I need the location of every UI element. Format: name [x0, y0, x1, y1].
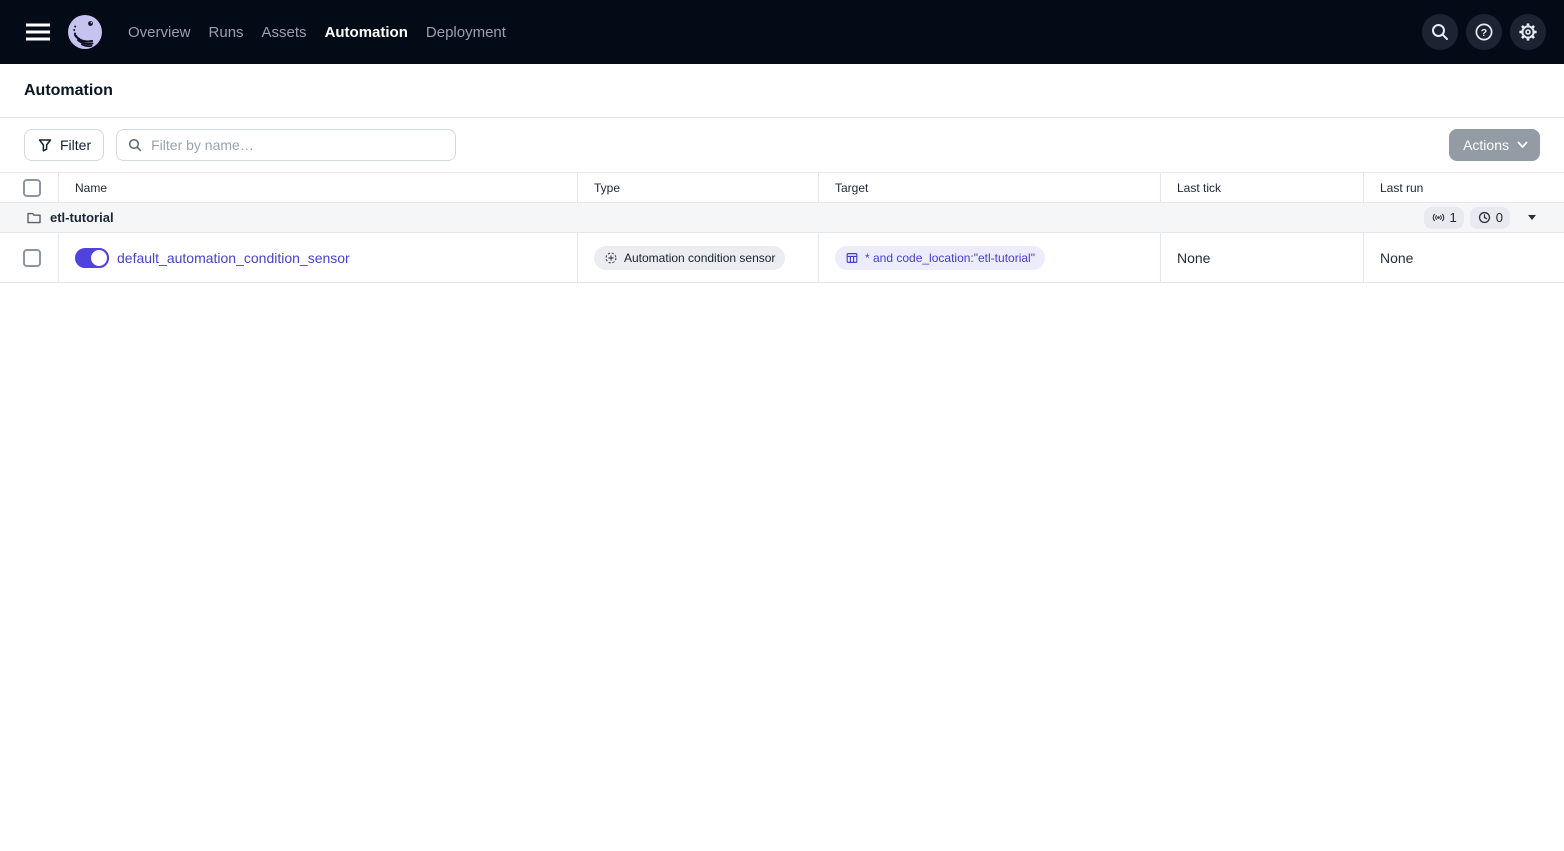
- enabled-toggle[interactable]: [75, 247, 109, 268]
- table-row: default_automation_condition_sensor Auto…: [0, 233, 1564, 283]
- column-header-name: Name: [58, 173, 577, 202]
- hamburger-icon: [26, 23, 50, 41]
- toggle-knob: [89, 247, 109, 268]
- folder-icon: [27, 212, 41, 223]
- group-counts: 1 0: [1423, 206, 1540, 229]
- target-badge-label: * and code_location:"etl-tutorial": [865, 250, 1035, 265]
- column-header-last-run: Last run: [1363, 173, 1564, 202]
- target-cell: * and code_location:"etl-tutorial": [818, 233, 1160, 282]
- filter-button[interactable]: Filter: [24, 129, 105, 161]
- help-button[interactable]: ?: [1466, 14, 1502, 50]
- code-location-group-row: etl-tutorial 1 0: [0, 203, 1564, 233]
- search-icon: [129, 138, 142, 152]
- search-button[interactable]: [1422, 14, 1458, 50]
- funnel-icon: [38, 139, 52, 152]
- topbar-actions: ?: [1422, 14, 1546, 50]
- filter-button-label: Filter: [60, 137, 92, 153]
- nav-overview[interactable]: Overview: [128, 24, 191, 41]
- type-badge: Automation condition sensor: [594, 245, 786, 270]
- sensor-count: 1: [1449, 210, 1457, 225]
- search-icon: [1432, 24, 1448, 40]
- nav-runs[interactable]: Runs: [209, 24, 244, 41]
- sensor-count-badge: 1: [1423, 206, 1464, 229]
- gear-icon: [1519, 23, 1537, 41]
- toolbar: Filter Actions: [0, 118, 1564, 172]
- last-tick-cell: None: [1160, 233, 1363, 282]
- top-nav-bar: Overview Runs Assets Automation Deployme…: [0, 0, 1564, 64]
- automation-condition-icon: [605, 252, 617, 263]
- type-cell: Automation condition sensor: [577, 233, 818, 282]
- dagster-logo[interactable]: [66, 13, 104, 51]
- menu-button[interactable]: [20, 15, 56, 49]
- clock-icon: [1478, 211, 1490, 224]
- name-filter: [116, 129, 457, 161]
- type-badge-label: Automation condition sensor: [624, 250, 776, 265]
- actions-button-label: Actions: [1463, 137, 1509, 153]
- caret-down-icon: [1528, 215, 1536, 220]
- column-header-type: Type: [577, 173, 818, 202]
- automation-table: Name Type Target Last tick Last run etl-…: [0, 172, 1564, 283]
- main-nav: Overview Runs Assets Automation Deployme…: [128, 24, 506, 41]
- help-icon: ?: [1475, 23, 1493, 41]
- row-checkbox[interactable]: [23, 248, 41, 267]
- column-header-target: Target: [818, 173, 1160, 202]
- settings-button[interactable]: [1510, 14, 1546, 50]
- dagster-octopus-icon: [68, 15, 102, 49]
- page-title: Automation: [24, 81, 113, 99]
- nav-assets[interactable]: Assets: [262, 24, 307, 41]
- select-all-checkbox[interactable]: [23, 178, 41, 197]
- nav-deployment[interactable]: Deployment: [426, 24, 506, 41]
- automation-page: Overview Runs Assets Automation Deployme…: [0, 0, 1564, 851]
- schedule-count-badge: 0: [1469, 206, 1510, 229]
- group-name: etl-tutorial: [50, 210, 114, 225]
- sensor-name-link[interactable]: default_automation_condition_sensor: [117, 250, 350, 266]
- group-collapse-button[interactable]: [1524, 211, 1540, 224]
- column-header-last-tick: Last tick: [1160, 173, 1363, 202]
- svg-text:?: ?: [1481, 27, 1487, 39]
- nav-automation[interactable]: Automation: [325, 24, 408, 41]
- asset-table-icon: [846, 252, 858, 263]
- actions-button[interactable]: Actions: [1449, 129, 1540, 161]
- last-run-cell: None: [1363, 233, 1564, 282]
- chevron-down-icon: [1517, 141, 1528, 148]
- sensor-icon: [1432, 213, 1444, 222]
- table-header-row: Name Type Target Last tick Last run: [0, 173, 1564, 203]
- last-tick-value: None: [1177, 249, 1211, 266]
- page-header: Automation: [0, 64, 1564, 118]
- name-cell: default_automation_condition_sensor: [58, 233, 577, 282]
- target-badge[interactable]: * and code_location:"etl-tutorial": [835, 245, 1045, 270]
- last-run-value: None: [1380, 249, 1414, 266]
- schedule-count: 0: [1495, 210, 1503, 225]
- name-filter-input[interactable]: [151, 137, 446, 153]
